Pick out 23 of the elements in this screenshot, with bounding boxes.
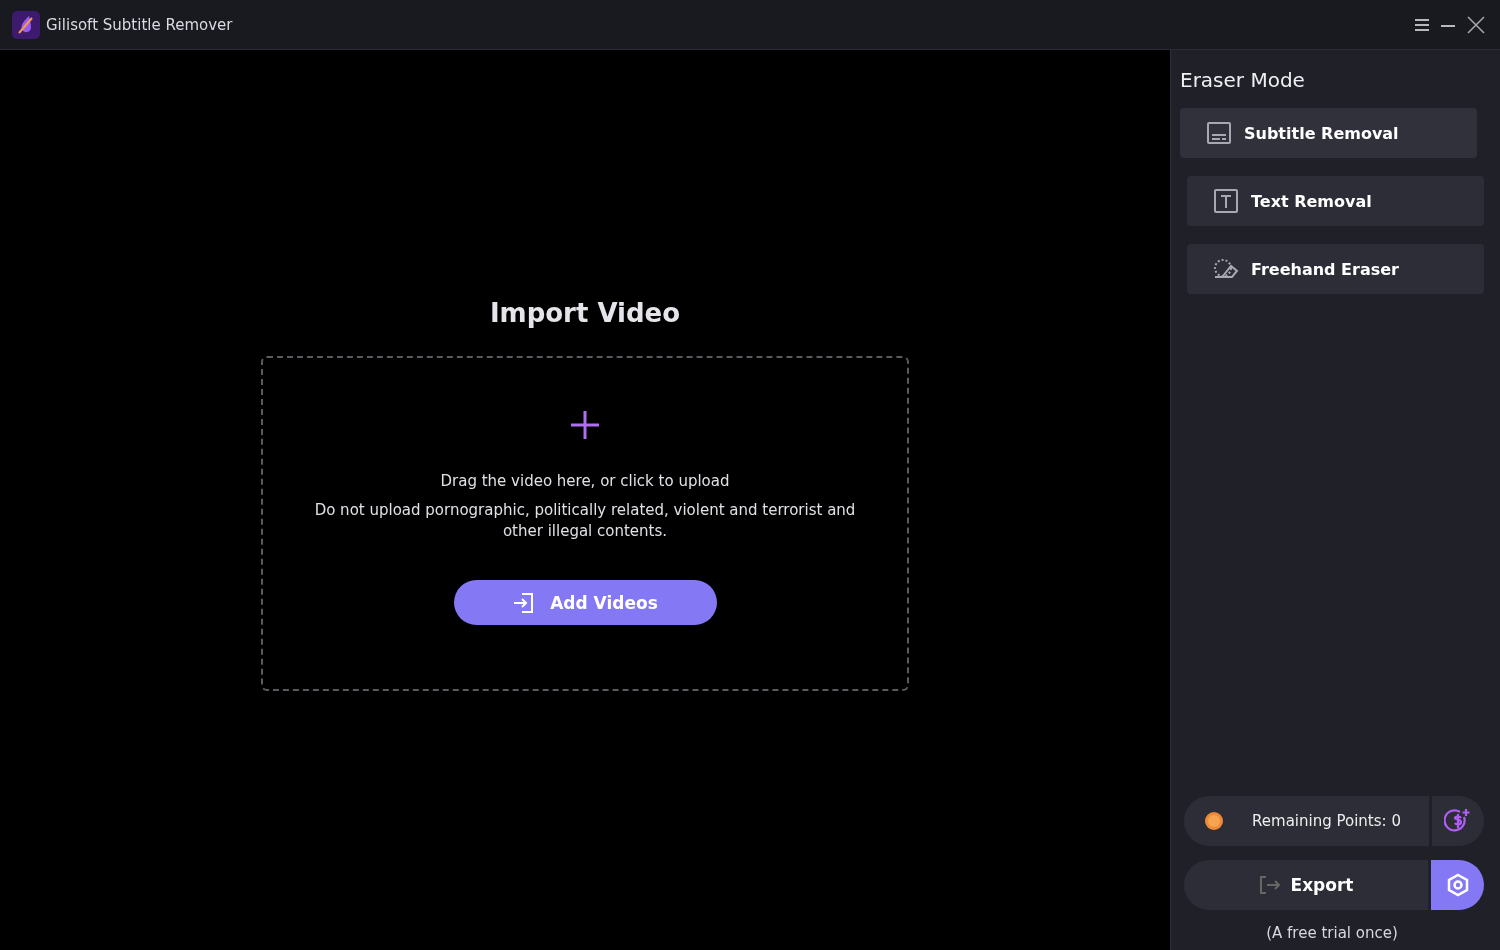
coin-icon	[1204, 811, 1224, 831]
subtitle-icon	[1206, 120, 1232, 146]
trial-note: (A free trial once)	[1265, 924, 1399, 942]
add-videos-button[interactable]: Add Videos	[453, 580, 717, 625]
export-icon	[1258, 875, 1281, 895]
remaining-points: Remaining Points: 0	[1251, 812, 1402, 830]
plus-icon	[568, 408, 602, 442]
settings-icon	[1445, 873, 1470, 897]
text-box-icon	[1213, 188, 1239, 214]
sidebar-title: Eraser Mode	[1180, 68, 1306, 92]
buy-points-button[interactable]	[1432, 796, 1484, 846]
mode-button[interactable]: Subtitle Removal	[1180, 108, 1477, 158]
settings-button[interactable]	[1431, 860, 1484, 910]
dollar-plus-icon	[1444, 807, 1472, 835]
export-button[interactable]: Export	[1184, 860, 1428, 910]
app-logo-icon	[12, 10, 40, 39]
upload-hint: Drag the video here, or click to upload	[440, 472, 730, 490]
import-heading: Import Video	[489, 298, 681, 328]
drop-zone[interactable]: Drag the video here, or click to upload Do not upload pornographic, politically related, violent and terrorist and other illegal contents. Add Videos	[261, 356, 909, 691]
mode-button[interactable]: Text Removal	[1187, 176, 1484, 226]
window-title: Gilisoft Subtitle Remover	[46, 15, 234, 34]
mode-button[interactable]: Freehand Eraser	[1187, 244, 1484, 294]
upload-warning: Do not upload pornographic, politically related, violent and terrorist and other illegal contents.	[313, 500, 857, 542]
